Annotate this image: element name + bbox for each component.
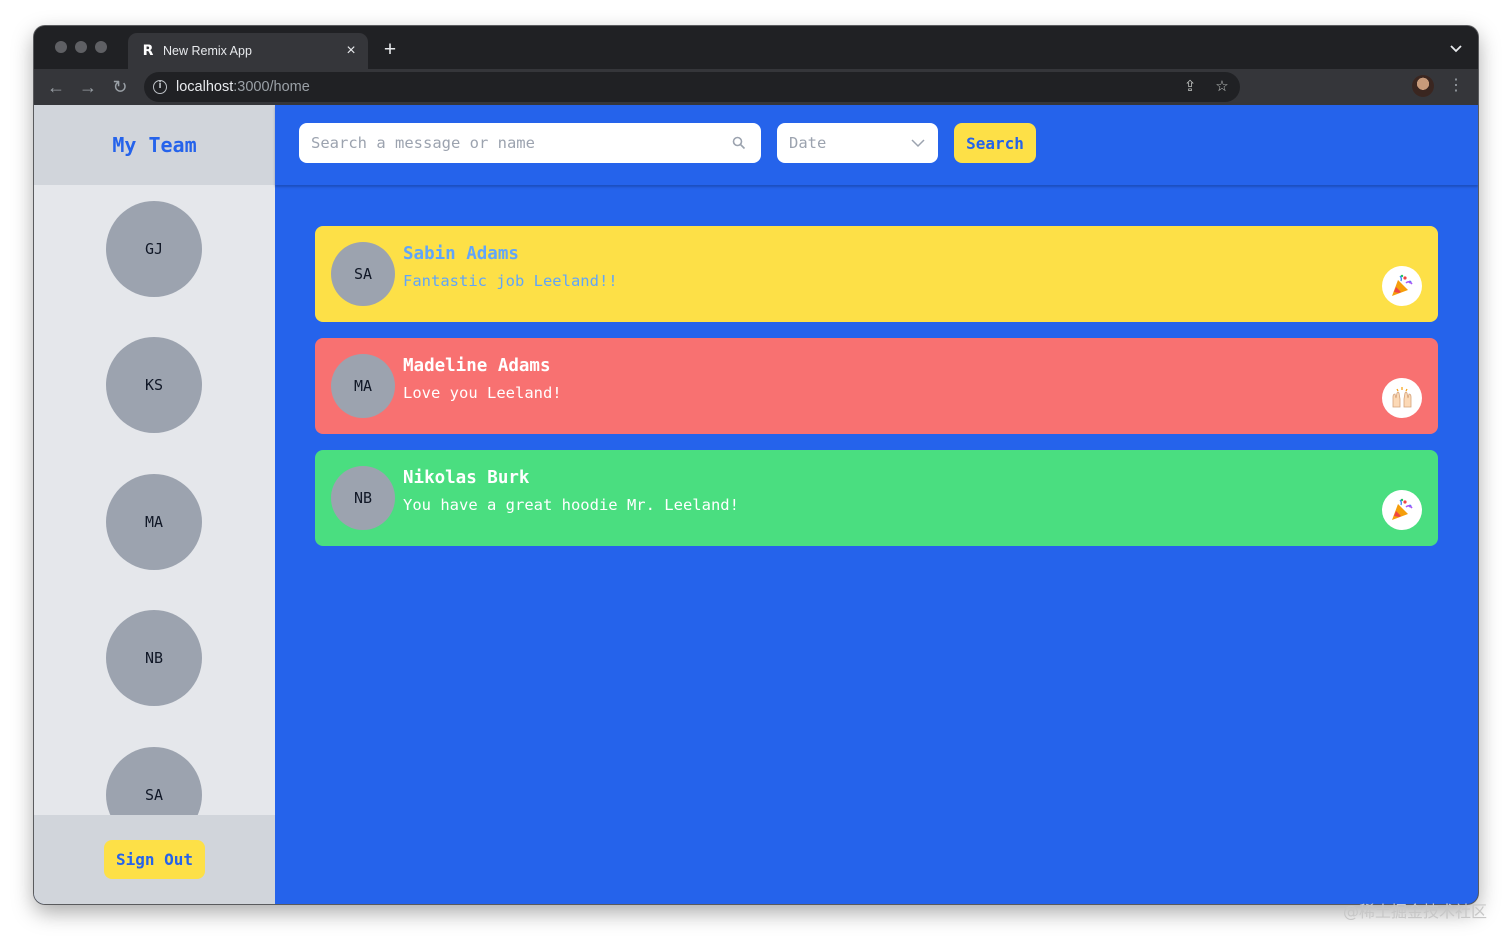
back-arrow-icon[interactable]: ← [46,77,66,97]
search-bar: Search a message or name Date Search [275,105,1478,185]
avatar: SA [331,242,395,306]
avatar-initials: GJ [144,240,164,258]
team-member-avatar[interactable]: KS [106,337,202,433]
sign-out-button[interactable]: Sign Out [104,840,205,879]
kudo-author: Sabin Adams [403,244,519,264]
minimize-window-button[interactable] [75,41,87,53]
watermark: @稀土掘金技术社区 [1342,902,1487,921]
raising-hands-icon [1392,387,1412,408]
profile-avatar[interactable] [1412,75,1434,97]
avatar: NB [331,466,395,530]
remix-logo-icon: R [142,43,154,59]
site-info-icon[interactable]: i [153,80,167,94]
browser-menu-icon[interactable]: ⋮ [1448,75,1464,97]
tab-strip: R New Remix App × + [34,26,1478,69]
kudo-message: You have a great hoodie Mr. Leeland! [403,496,739,514]
forward-arrow-icon[interactable]: → [78,77,98,97]
reload-icon[interactable]: ↻ [110,77,130,97]
url-text[interactable]: localhost:3000/home [176,79,310,95]
address-bar[interactable]: i localhost:3000/home ⇪ ☆ [144,72,1240,102]
close-window-button[interactable] [55,41,67,53]
search-placeholder: Search a message or name [311,134,535,152]
chevron-down-icon[interactable] [1448,40,1464,56]
sidebar: My Team GJ KS MA NB SA Sign Out [34,105,275,904]
kudo-message: Fantastic job Leeland!! [403,272,618,290]
kudo-author: Madeline Adams [403,356,551,376]
app-page: My Team GJ KS MA NB SA Sign Out Search a… [34,105,1478,904]
team-member-avatar[interactable]: GJ [106,201,202,297]
kudo-card: SA Sabin Adams Fantastic job Leeland!! [315,226,1438,322]
kudo-author: Nikolas Burk [403,468,530,488]
kudo-card: NB Nikolas Burk You have a great hoodie … [315,450,1438,546]
emoji-badge [1382,490,1422,530]
browser-tab[interactable]: R New Remix App × [128,33,368,69]
team-list[interactable]: GJ KS MA NB SA [34,185,275,815]
team-member-avatar[interactable]: NB [106,610,202,706]
chevron-down-icon [911,139,925,148]
sidebar-header: My Team [34,105,275,185]
date-sort-select[interactable]: Date [777,123,938,163]
bookmark-star-icon[interactable]: ☆ [1213,78,1231,96]
avatar-initials: SA [353,265,373,283]
emoji-badge [1382,266,1422,306]
avatar-initials: SA [144,786,164,804]
avatar-initials: MA [353,377,373,395]
search-icon [732,136,746,150]
party-popper-icon [1392,498,1413,520]
browser-window: R New Remix App × + ← → ↻ i localhost:30… [34,26,1478,904]
party-popper-icon [1392,274,1413,296]
team-member-avatar[interactable]: SA [106,747,202,815]
avatar-initials: NB [353,489,373,507]
date-select-value: Date [789,134,827,152]
avatar-initials: KS [144,376,164,394]
sidebar-footer: Sign Out [34,815,275,904]
avatar-initials: NB [144,649,164,667]
kudo-card: MA Madeline Adams Love you Leeland! [315,338,1438,434]
avatar: MA [331,354,395,418]
url-path: :3000/home [233,79,310,95]
url-host: localhost [176,79,234,95]
kudo-message: Love you Leeland! [403,384,562,402]
tab-title: New Remix App [163,44,252,58]
close-icon[interactable]: × [342,42,360,60]
zoom-window-button[interactable] [95,41,107,53]
browser-toolbar: ← → ↻ i localhost:3000/home ⇪ ☆ ⋮ [34,69,1478,105]
emoji-badge [1382,378,1422,418]
team-member-avatar[interactable]: MA [106,474,202,570]
search-input[interactable]: Search a message or name [299,123,761,163]
new-tab-button[interactable]: + [378,38,402,62]
share-icon[interactable]: ⇪ [1181,78,1199,96]
sidebar-title: My Team [112,133,197,157]
avatar-initials: MA [144,513,164,531]
search-button[interactable]: Search [954,123,1036,163]
